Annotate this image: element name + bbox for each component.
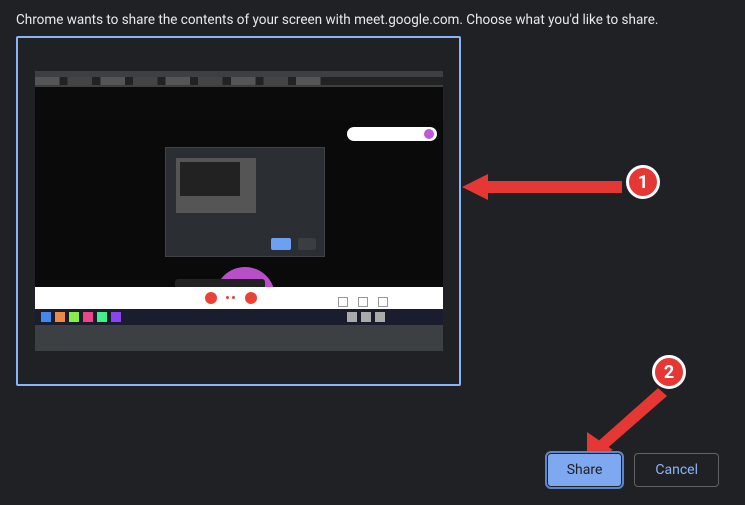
share-options-area: ▪▪▪▪▪▪: [0, 36, 745, 386]
dialog-button-row: Share Cancel: [547, 453, 719, 487]
share-prompt-text: Chrome wants to share the contents of yo…: [0, 0, 745, 36]
screen-preview-thumbnail: ▪▪▪▪▪▪: [35, 71, 443, 351]
cancel-button[interactable]: Cancel: [634, 453, 719, 487]
entire-screen-option[interactable]: ▪▪▪▪▪▪: [16, 36, 461, 386]
share-button[interactable]: Share: [547, 453, 623, 487]
